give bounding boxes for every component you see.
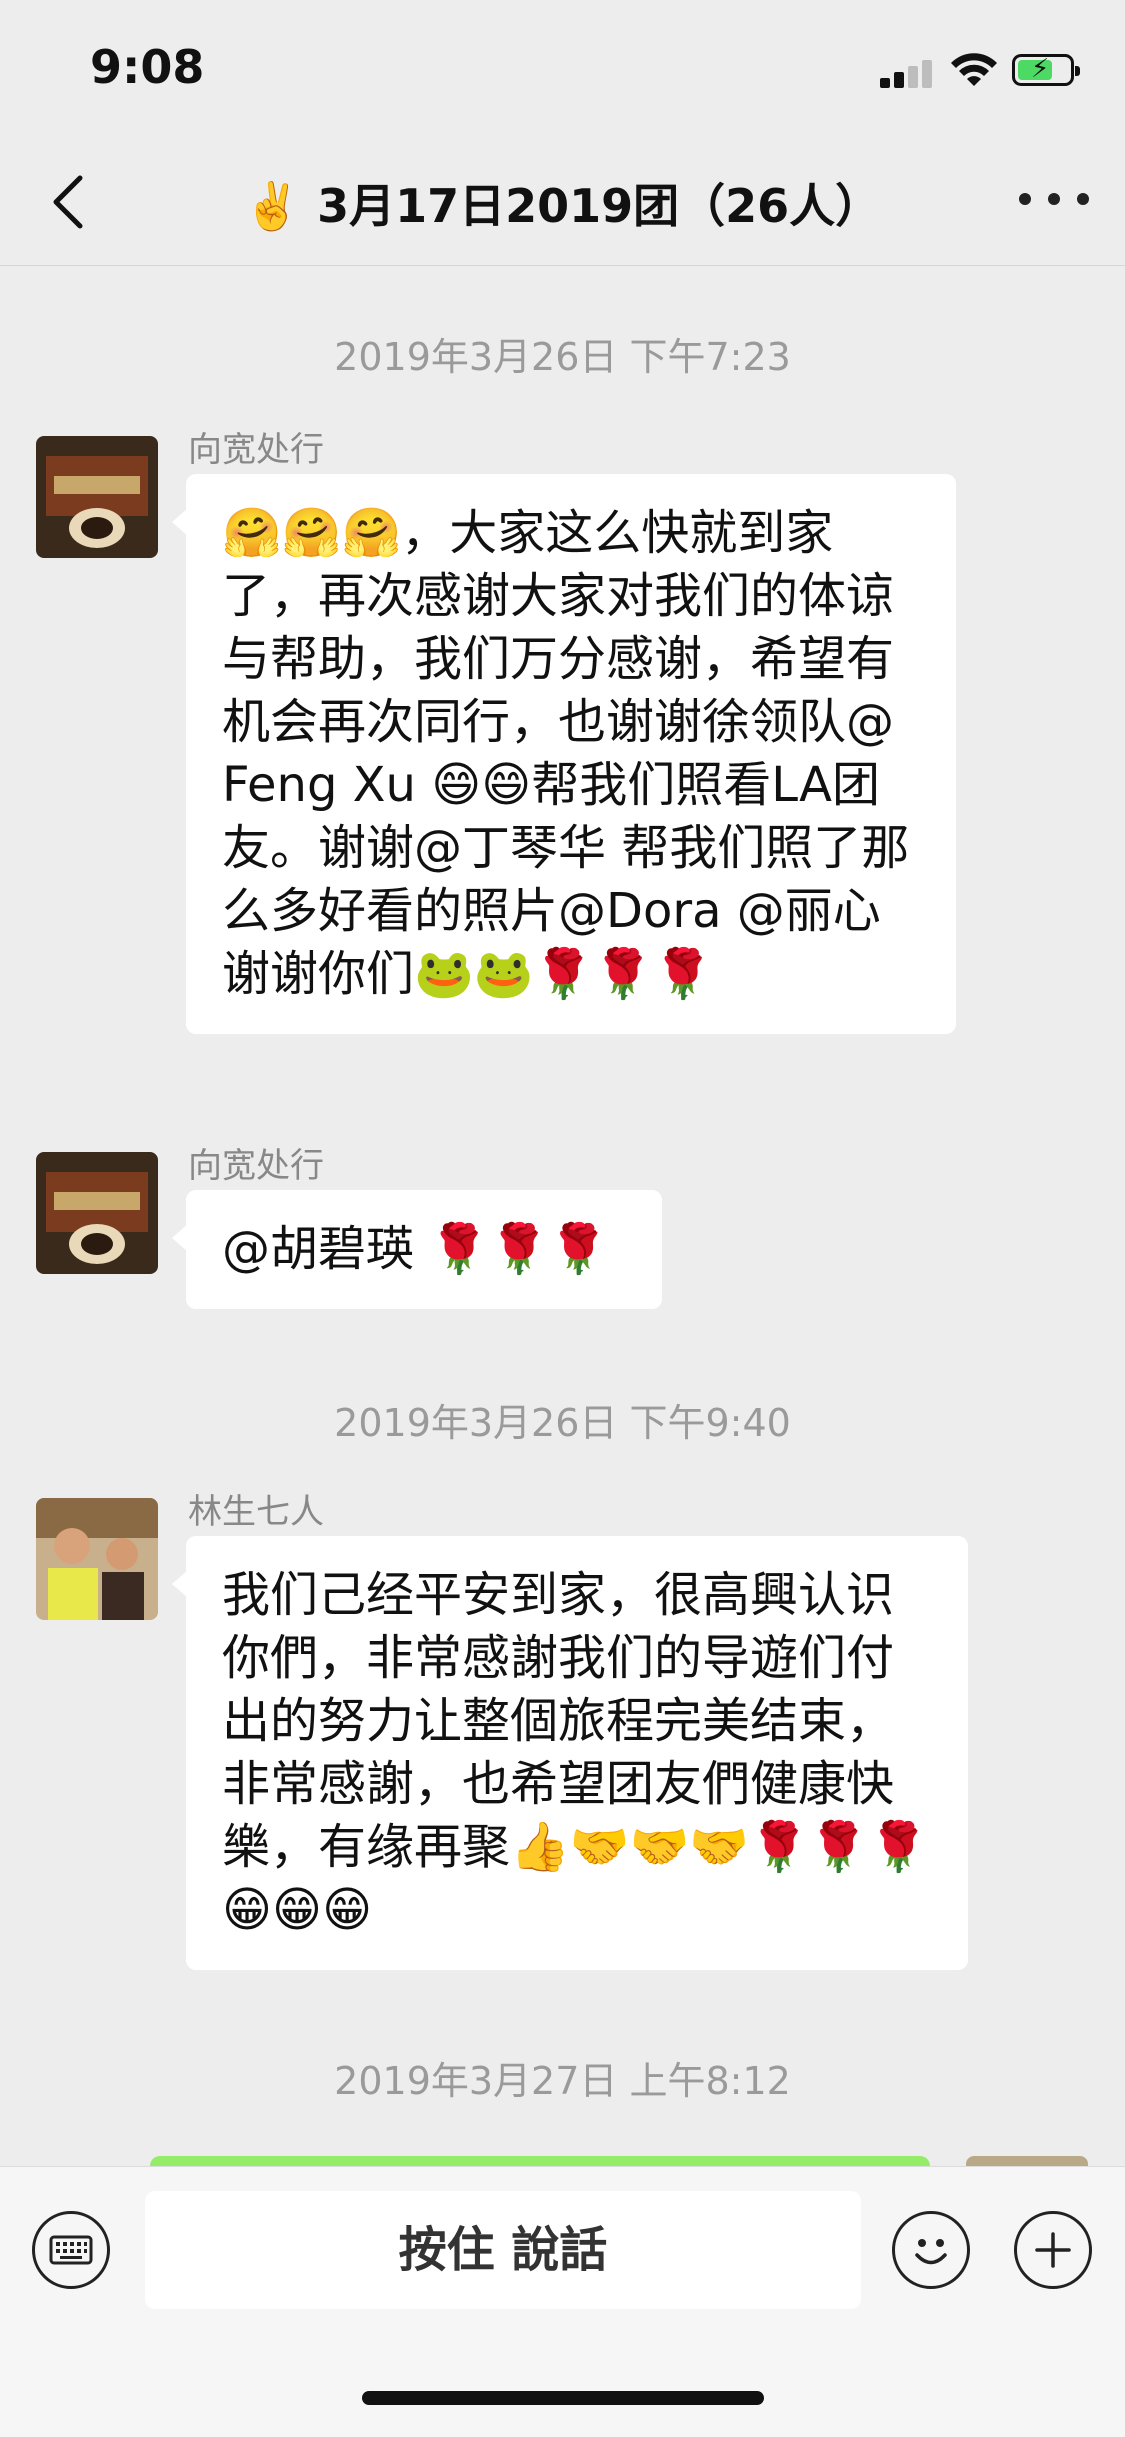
nav-bar: ✌️ 3月17日2019团（26人）	[0, 140, 1125, 266]
status-time: 9:08	[90, 40, 205, 94]
plus-icon[interactable]	[1014, 2211, 1092, 2289]
chat-area[interactable]: 2019年3月26日 下午7:23 向宽处行 🤗🤗🤗，大家这么快就到家了，再次感…	[0, 266, 1125, 2166]
wifi-icon	[951, 53, 997, 86]
avatar[interactable]	[36, 1152, 158, 1274]
message-bubble[interactable]: 我们己经平安到家，很高興认识你們，非常感謝我们的导遊们付出的努力让整個旅程完美结…	[172, 1536, 968, 1970]
home-indicator[interactable]	[362, 2391, 764, 2405]
emoji-icon[interactable]	[892, 2211, 970, 2289]
sender-name: 林生七人	[188, 1492, 324, 1532]
chat-title: ✌️ 3月17日2019团（26人）	[243, 179, 882, 233]
message-bubble[interactable]: 🤗🤗🤗，大家这么快就到家了，再次感谢大家对我们的体谅与帮助，我们万分感谢，希望有…	[172, 474, 956, 1034]
avatar[interactable]	[36, 436, 158, 558]
timestamp: 2019年3月26日 下午7:23	[334, 335, 791, 379]
keyboard-icon[interactable]	[32, 2211, 110, 2289]
timestamp: 2019年3月27日 上午8:12	[334, 2059, 791, 2103]
message-bubble[interactable]: @胡碧瑛 🌹🌹🌹	[172, 1190, 662, 1309]
sender-name: 向宽处行	[188, 1146, 324, 1186]
timestamp: 2019年3月26日 下午9:40	[334, 1401, 791, 1445]
ellipsis-icon[interactable]	[1019, 184, 1089, 214]
sender-name: 向宽处行	[188, 430, 324, 470]
hold-to-talk-button[interactable]: 按住 說話	[145, 2191, 861, 2309]
avatar[interactable]	[36, 1498, 158, 1620]
cellular-signal-icon	[880, 60, 936, 88]
avatar[interactable]	[966, 2156, 1088, 2166]
status-bar: 9:08 ⚡	[0, 0, 1125, 140]
self-message-bubble[interactable]	[150, 2156, 930, 2166]
battery-icon: ⚡	[1012, 54, 1080, 86]
